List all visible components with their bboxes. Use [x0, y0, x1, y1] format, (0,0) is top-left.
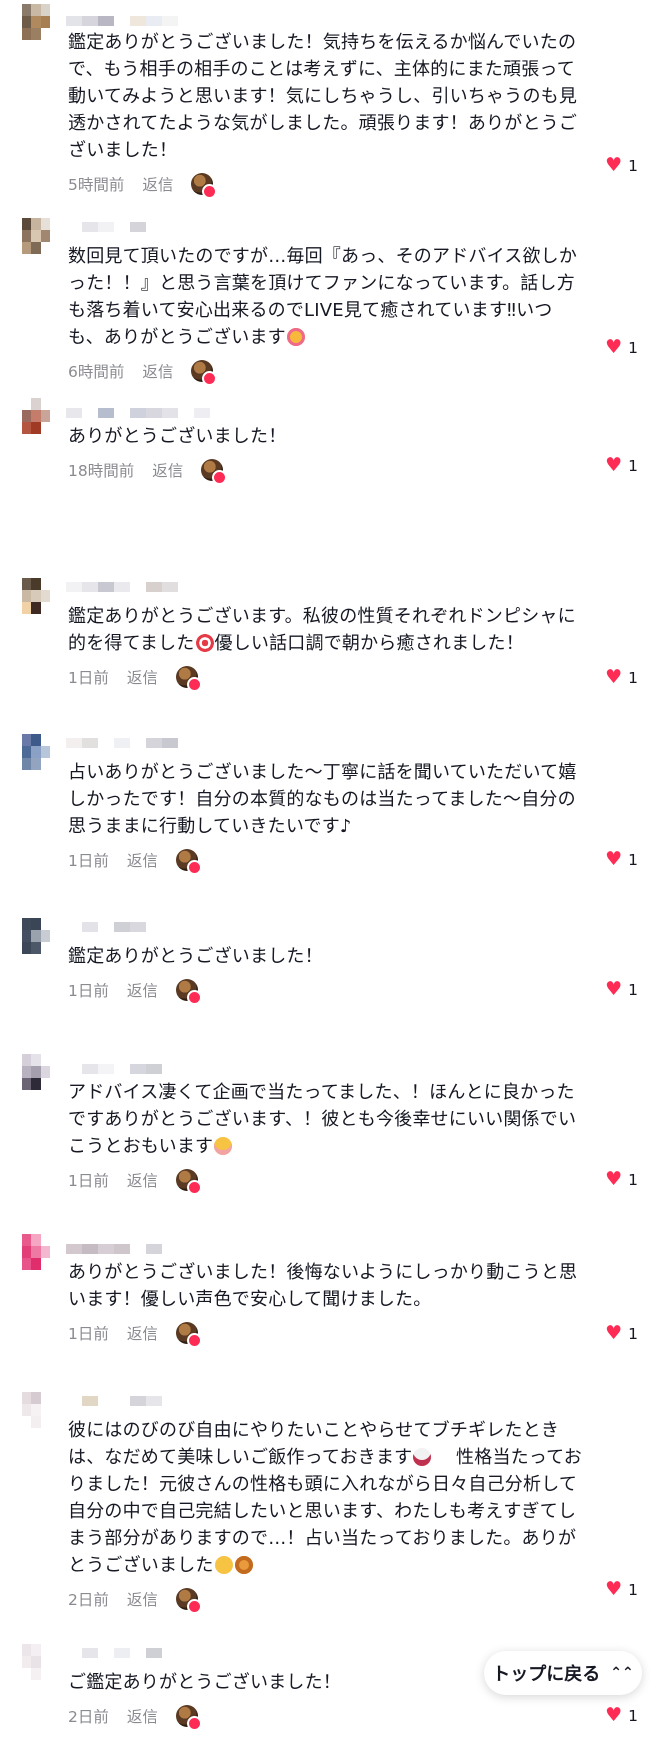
- comment-time: 1日前: [68, 669, 109, 687]
- reply-button[interactable]: 返信: [127, 1322, 158, 1344]
- username-blurred[interactable]: [66, 222, 286, 232]
- like-button[interactable]: ♥ 1: [605, 338, 638, 357]
- heart-icon: ♥: [605, 1578, 623, 1600]
- heart-icon: ♥: [605, 1168, 623, 1190]
- creator-liked-avatar-icon: [175, 979, 202, 1005]
- creator-liked-avatar-icon: [175, 666, 202, 692]
- like-count: 1: [628, 456, 638, 475]
- back-to-top-button[interactable]: トップに戻る ⌃⌃: [484, 1651, 642, 1695]
- comment-time: 18時間前: [68, 462, 135, 480]
- comment-text: 彼にはのびのび自由にやりたいことやらせてブチギレたときは、なだめて美味しいご飯作…: [68, 1420, 583, 1576]
- comment-time: 2日前: [68, 1708, 109, 1726]
- creator-liked-avatar-icon: [175, 1705, 202, 1731]
- comment-time: 1日前: [68, 982, 109, 1000]
- comment-time: 2日前: [68, 1591, 109, 1609]
- like-count: 1: [628, 1580, 638, 1599]
- like-button[interactable]: ♥ 1: [605, 1170, 638, 1189]
- username-blurred[interactable]: [66, 738, 286, 748]
- reply-button[interactable]: 返信: [142, 173, 173, 195]
- heart-icon: ♥: [605, 336, 623, 358]
- comment-time: 5時間前: [68, 176, 125, 194]
- reply-button[interactable]: 返信: [152, 459, 183, 481]
- like-count: 1: [628, 1324, 638, 1343]
- smiling-face-with-hearts-emoji-icon: [286, 328, 305, 346]
- creator-liked-avatar-icon: [175, 1588, 202, 1614]
- like-button[interactable]: ♥ 1: [605, 156, 638, 175]
- like-button[interactable]: ♥ 1: [605, 1580, 638, 1599]
- like-count: 1: [628, 850, 638, 869]
- heart-icon: ♥: [605, 454, 623, 476]
- like-button[interactable]: ♥ 1: [605, 668, 638, 687]
- comment-text: 占いありがとうございました〜丁寧に話を聞いていただいて嬉しかったです！自分の本質…: [68, 762, 577, 837]
- comment-text: 鑑定ありがとうございました！: [68, 946, 323, 967]
- rice-ball-emoji-icon: [413, 1448, 432, 1466]
- like-count: 1: [628, 338, 638, 357]
- comment-text: 数回見て頂いたのですが…毎回『あっ、そのアドバイス欲しかった！！』と思う言葉を頂…: [68, 246, 578, 348]
- reply-button[interactable]: 返信: [127, 666, 158, 688]
- username-blurred[interactable]: [66, 1064, 286, 1074]
- avatar[interactable]: [22, 1054, 50, 1090]
- pleading-face-emoji-icon: [214, 1137, 233, 1155]
- comment-time: 1日前: [68, 1325, 109, 1343]
- creator-liked-avatar-icon: [175, 1322, 202, 1348]
- username-blurred[interactable]: [66, 1396, 286, 1406]
- comment-time: 1日前: [68, 852, 109, 870]
- creator-liked-avatar-icon: [201, 459, 228, 485]
- back-to-top-label: トップに戻る: [492, 1664, 601, 1685]
- heart-icon: ♥: [605, 848, 623, 870]
- reply-button[interactable]: 返信: [127, 1588, 158, 1610]
- heart-icon: ♥: [605, 154, 623, 176]
- avatar[interactable]: [22, 918, 50, 954]
- reply-button[interactable]: 返信: [127, 849, 158, 871]
- avatar[interactable]: [22, 4, 50, 40]
- avatar[interactable]: [22, 1392, 50, 1428]
- creator-liked-avatar-icon: [191, 173, 218, 199]
- username-blurred[interactable]: [66, 408, 286, 418]
- comment-text: ありがとうございました！後悔ないようにしっかり動こうと思います！優しい声色で安心…: [68, 1262, 578, 1310]
- chevron-up-double-icon: ⌃⌃: [610, 1665, 634, 1681]
- avatar[interactable]: [22, 734, 50, 770]
- like-count: 1: [628, 156, 638, 175]
- heart-icon: ♥: [605, 1704, 623, 1726]
- like-count: 1: [628, 1170, 638, 1189]
- like-button[interactable]: ♥ 1: [605, 980, 638, 999]
- like-count: 1: [628, 1706, 638, 1725]
- direct-hit-emoji-icon: [195, 634, 214, 652]
- username-blurred[interactable]: [66, 1648, 286, 1658]
- username-blurred[interactable]: [66, 582, 286, 592]
- heart-icon: ♥: [605, 978, 623, 1000]
- reply-button[interactable]: 返信: [127, 1169, 158, 1191]
- lion-face-emoji-icon: [234, 1556, 253, 1574]
- username-blurred[interactable]: [66, 1244, 286, 1254]
- avatar[interactable]: [22, 218, 50, 254]
- comment-text: ありがとうございました！: [68, 426, 287, 447]
- heart-icon: ♥: [605, 666, 623, 688]
- comment-text: 鑑定ありがとうございます。私彼の性質それぞれドンピシャに的を得てました 優しい話口…: [68, 606, 576, 654]
- like-button[interactable]: ♥ 1: [605, 850, 638, 869]
- creator-liked-avatar-icon: [191, 360, 218, 386]
- reply-button[interactable]: 返信: [127, 1705, 158, 1727]
- creator-liked-avatar-icon: [175, 849, 202, 875]
- smiling-face-emoji-icon: [214, 1556, 233, 1574]
- reply-button[interactable]: 返信: [127, 979, 158, 1001]
- comment-time: 6時間前: [68, 363, 125, 381]
- like-button[interactable]: ♥ 1: [605, 1324, 638, 1343]
- avatar[interactable]: [22, 1644, 50, 1680]
- reply-button[interactable]: 返信: [142, 360, 173, 382]
- avatar[interactable]: [22, 398, 50, 434]
- like-count: 1: [628, 980, 638, 999]
- heart-icon: ♥: [605, 1322, 623, 1344]
- comment-text: 鑑定ありがとうございました！気持ちを伝えるか悩んでいたので、もう相手の相手のこと…: [68, 32, 578, 161]
- avatar[interactable]: [22, 578, 50, 614]
- username-blurred[interactable]: [66, 922, 286, 932]
- like-button[interactable]: ♥ 1: [605, 456, 638, 475]
- comment-time: 1日前: [68, 1172, 109, 1190]
- creator-liked-avatar-icon: [175, 1169, 202, 1195]
- comment-text: アドバイス凄くて企画で当たってました、！ほんとに良かったですありがとうございます…: [68, 1082, 577, 1157]
- avatar[interactable]: [22, 1234, 50, 1270]
- like-count: 1: [628, 668, 638, 687]
- like-button[interactable]: ♥ 1: [605, 1706, 638, 1725]
- username-blurred[interactable]: [66, 16, 286, 26]
